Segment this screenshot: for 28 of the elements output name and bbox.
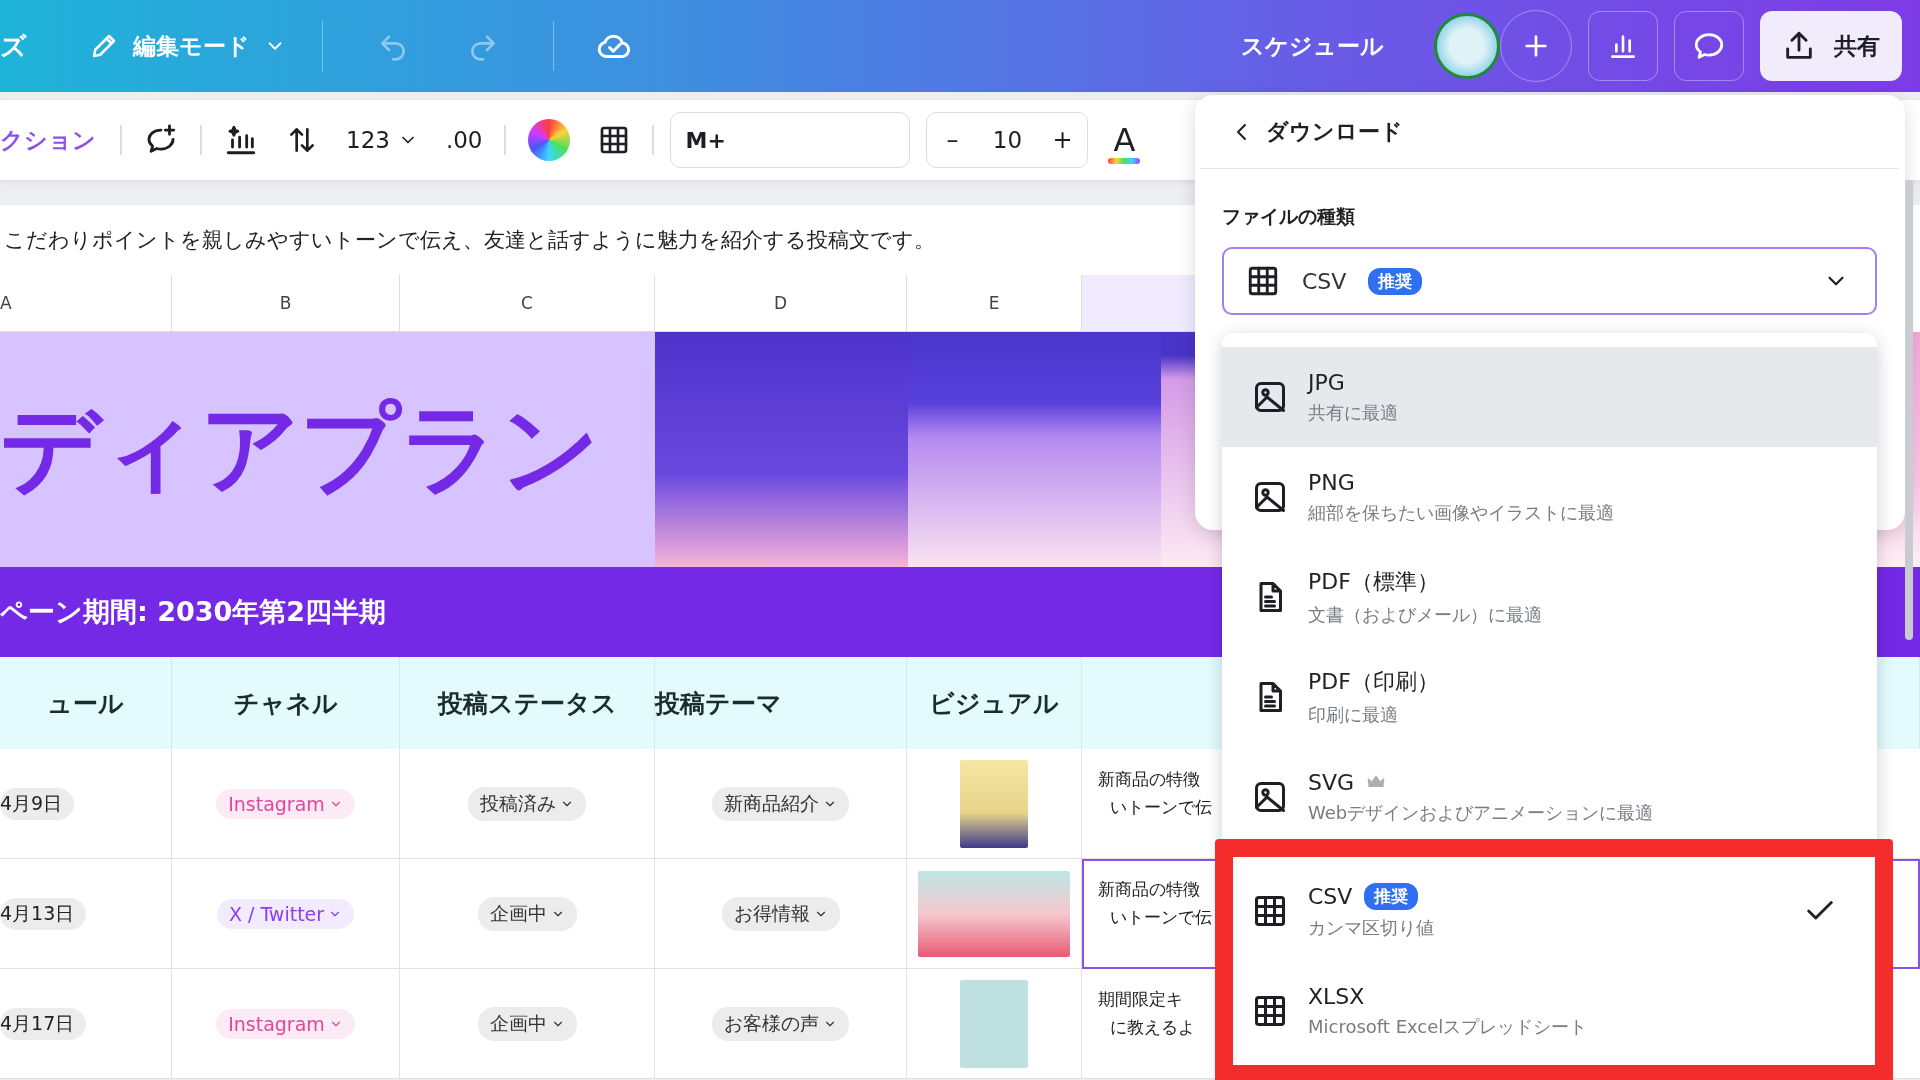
description-text: こだわりポイントを親しみやすいトーンで伝え、友達と話すように魅力を紹介する投稿文です。 — [3, 227, 935, 254]
option-description: 文書（およびメール）に最適 — [1308, 603, 1543, 627]
option-description: 共有に最適 — [1308, 400, 1399, 425]
date-tag: 4月17日 — [0, 1007, 87, 1040]
option-label: CSV — [1308, 883, 1353, 909]
sheet-title: ディアプラン — [0, 332, 655, 567]
field-label: ファイルの種類 — [1222, 204, 1356, 229]
option-description: 細部を保ちたい画像やイラストに最適 — [1308, 500, 1615, 525]
date-tag: 4月9日 — [0, 787, 75, 820]
option-label: SVG — [1308, 769, 1355, 795]
recommended-badge: 推奨 — [1364, 882, 1419, 910]
column-header: ビジュアル — [907, 657, 1082, 749]
option-label: XLSX — [1308, 983, 1365, 1009]
column-header: 投稿ステータス — [400, 657, 655, 749]
option-label: PNG — [1308, 469, 1355, 495]
option-label: PDF（標準） — [1308, 568, 1439, 596]
option-description: Webデザインおよびアニメーションに最適 — [1308, 800, 1655, 825]
column-header: 投稿テーマ — [655, 657, 907, 749]
option-label: JPG — [1308, 369, 1345, 395]
option-description: Microsoft Excelスプレッドシート — [1308, 1014, 1589, 1039]
column-header: チャネル — [172, 657, 400, 749]
option-label: PDF（印刷） — [1308, 668, 1439, 696]
recommended-badge: 推奨 — [1368, 267, 1423, 295]
column-header: ュール — [0, 657, 172, 749]
date-tag: 4月13日 — [0, 897, 87, 930]
option-description: カンマ区切り値 — [1308, 915, 1435, 940]
panel-title: ダウンロード — [1266, 117, 1403, 146]
option-description: 印刷に最適 — [1308, 703, 1399, 727]
